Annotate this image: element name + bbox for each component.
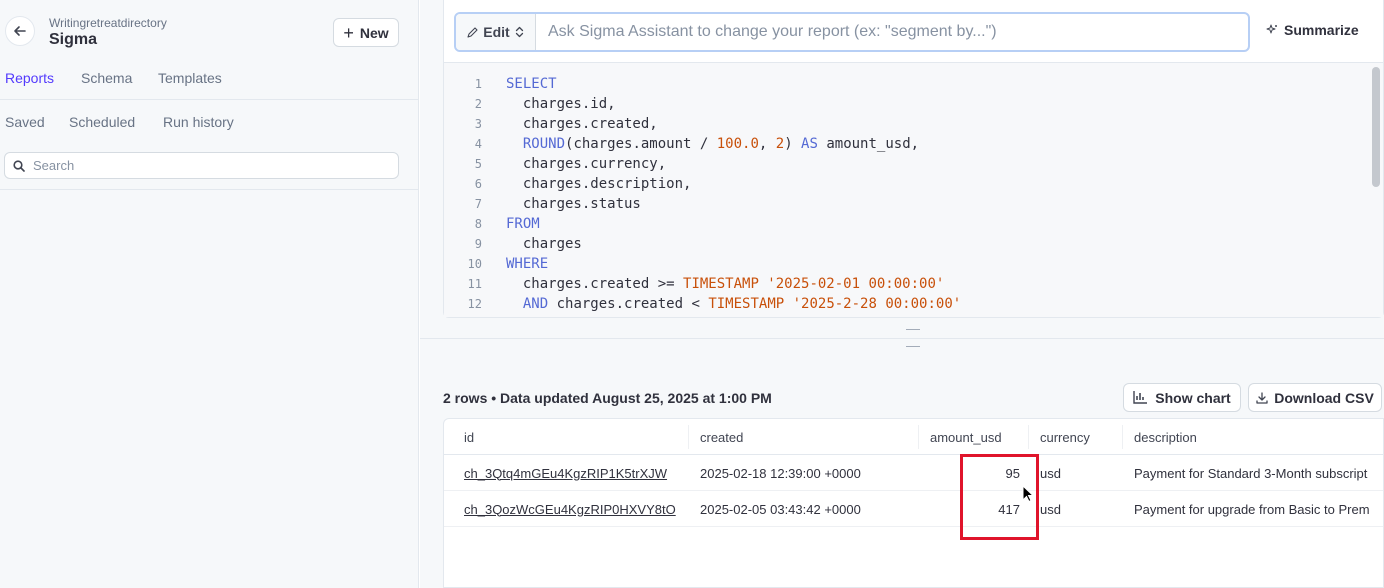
search-icon xyxy=(13,159,25,172)
show-chart-button[interactable]: Show chart xyxy=(1123,383,1241,412)
line-number: 11 xyxy=(467,277,482,291)
column-header-id[interactable]: id xyxy=(464,419,474,455)
code-line: 1 SELECT xyxy=(444,74,1364,94)
arrow-left-icon xyxy=(14,26,26,36)
show-chart-label: Show chart xyxy=(1155,389,1231,406)
sidebar: Writingretreatdirectory Sigma + New Repo… xyxy=(0,0,419,588)
edit-mode-label: Edit xyxy=(483,24,510,40)
code-line: 12 AND charges.created < TIMESTAMP '2025… xyxy=(444,294,1364,314)
search-box xyxy=(4,152,399,179)
line-number: 4 xyxy=(474,137,482,151)
subtab-run-history[interactable]: Run history xyxy=(163,114,234,130)
new-report-button[interactable]: + New xyxy=(333,18,399,47)
pencil-icon xyxy=(467,26,478,38)
tab-templates[interactable]: Templates xyxy=(158,70,222,86)
new-button-label: New xyxy=(359,24,389,41)
back-button[interactable] xyxy=(5,16,35,46)
chevron-updown-icon xyxy=(515,26,523,38)
table-row: ch_3Qtq4mGEu4KgzRIP1K5trXJW 2025-02-18 1… xyxy=(444,455,1383,491)
cell-amount-usd: 417 xyxy=(998,501,1020,517)
app-name: Sigma xyxy=(49,31,98,48)
download-icon xyxy=(1256,391,1268,404)
code-line: 9 charges xyxy=(444,234,1364,254)
line-number: 3 xyxy=(474,117,482,131)
column-divider[interactable] xyxy=(1122,425,1123,449)
sidebar-tabs: Reports Schema Templates xyxy=(0,62,418,100)
column-header-currency[interactable]: currency xyxy=(1040,419,1090,455)
line-number: 10 xyxy=(467,257,482,271)
mouse-cursor-icon xyxy=(1022,485,1034,503)
sidebar-divider xyxy=(0,189,418,190)
editor-scrollbar[interactable] xyxy=(1372,67,1380,187)
line-number: 2 xyxy=(474,97,482,111)
code-line: 8 FROM xyxy=(444,214,1364,234)
tab-schema[interactable]: Schema xyxy=(81,70,132,86)
line-number: 6 xyxy=(474,177,482,191)
query-panel: Edit Summarize 1SELECT 2 charges.id, 3 c… xyxy=(443,0,1384,318)
column-header-created[interactable]: created xyxy=(700,419,743,455)
line-number: 12 xyxy=(467,297,482,311)
code-line: 7 charges.status xyxy=(444,194,1364,214)
code-line: 2 charges.id, xyxy=(444,94,1364,114)
assistant-bar: Edit xyxy=(454,12,1250,52)
code-line: 4 ROUND(charges.amount / 100.0, 2) AS am… xyxy=(444,134,1364,154)
cell-amount-usd: 95 xyxy=(1005,465,1020,481)
sidebar-subtabs: Saved Scheduled Run history xyxy=(0,100,418,144)
tab-reports[interactable]: Reports xyxy=(5,70,54,86)
code-line: 10 WHERE xyxy=(444,254,1364,274)
cell-description: Payment for Standard 3-Month subscript xyxy=(1134,465,1368,481)
subtab-scheduled[interactable]: Scheduled xyxy=(69,114,135,130)
edit-mode-toggle[interactable]: Edit xyxy=(456,14,536,50)
subtab-saved[interactable]: Saved xyxy=(5,114,45,130)
code-line: 3 charges.created, xyxy=(444,114,1364,134)
results-status: 2 rows • Data updated August 25, 2025 at… xyxy=(443,390,772,406)
column-header-amount-usd[interactable]: amount_usd xyxy=(930,419,1002,455)
summarize-label: Summarize xyxy=(1284,22,1359,38)
download-csv-label: Download CSV xyxy=(1274,389,1374,406)
column-divider[interactable] xyxy=(1028,425,1029,449)
column-divider[interactable] xyxy=(688,425,689,449)
line-number: 1 xyxy=(474,77,482,91)
sparkle-icon xyxy=(1266,24,1277,34)
charge-id-link[interactable]: ch_3Qtq4mGEu4KgzRIP1K5trXJW xyxy=(464,455,684,491)
results-table: id created amount_usd currency descripti… xyxy=(443,418,1384,588)
assistant-input[interactable] xyxy=(536,23,1248,41)
column-divider[interactable] xyxy=(918,425,919,449)
code-line: 11 charges.created >= TIMESTAMP '2025-02… xyxy=(444,274,1364,294)
panel-divider xyxy=(420,338,1384,339)
summarize-button[interactable]: Summarize xyxy=(1266,22,1359,38)
line-number: 5 xyxy=(474,157,482,171)
table-header: id created amount_usd currency descripti… xyxy=(444,419,1383,455)
column-header-description[interactable]: description xyxy=(1134,419,1197,455)
charge-id-link[interactable]: ch_3QozWcGEu4KgzRIP0HXVY8tO xyxy=(464,491,684,527)
main-area: Edit Summarize 1SELECT 2 charges.id, 3 c… xyxy=(420,0,1384,588)
download-csv-button[interactable]: Download CSV xyxy=(1248,383,1382,412)
cell-description: Payment for upgrade from Basic to Prem xyxy=(1134,501,1370,517)
plus-icon: + xyxy=(343,22,354,43)
cell-currency: usd xyxy=(1040,465,1061,481)
cell-created: 2025-02-05 03:43:42 +0000 xyxy=(700,501,861,517)
cell-created: 2025-02-18 12:39:00 +0000 xyxy=(700,465,861,481)
line-number: 9 xyxy=(474,237,482,251)
line-number: 8 xyxy=(474,217,482,231)
app-parent-label: Writingretreatdirectory xyxy=(49,16,167,30)
line-number: 7 xyxy=(474,197,482,211)
bar-chart-icon xyxy=(1133,391,1148,404)
code-line: 6 charges.description, xyxy=(444,174,1364,194)
cell-currency: usd xyxy=(1040,501,1061,517)
search-input[interactable] xyxy=(33,158,373,173)
sql-editor[interactable]: 1 SELECT 2 charges.id, 3 charges.created,… xyxy=(444,62,1383,317)
code-line: 5 charges.currency, xyxy=(444,154,1364,174)
table-row: ch_3QozWcGEu4KgzRIP0HXVY8tO 2025-02-05 0… xyxy=(444,491,1383,527)
